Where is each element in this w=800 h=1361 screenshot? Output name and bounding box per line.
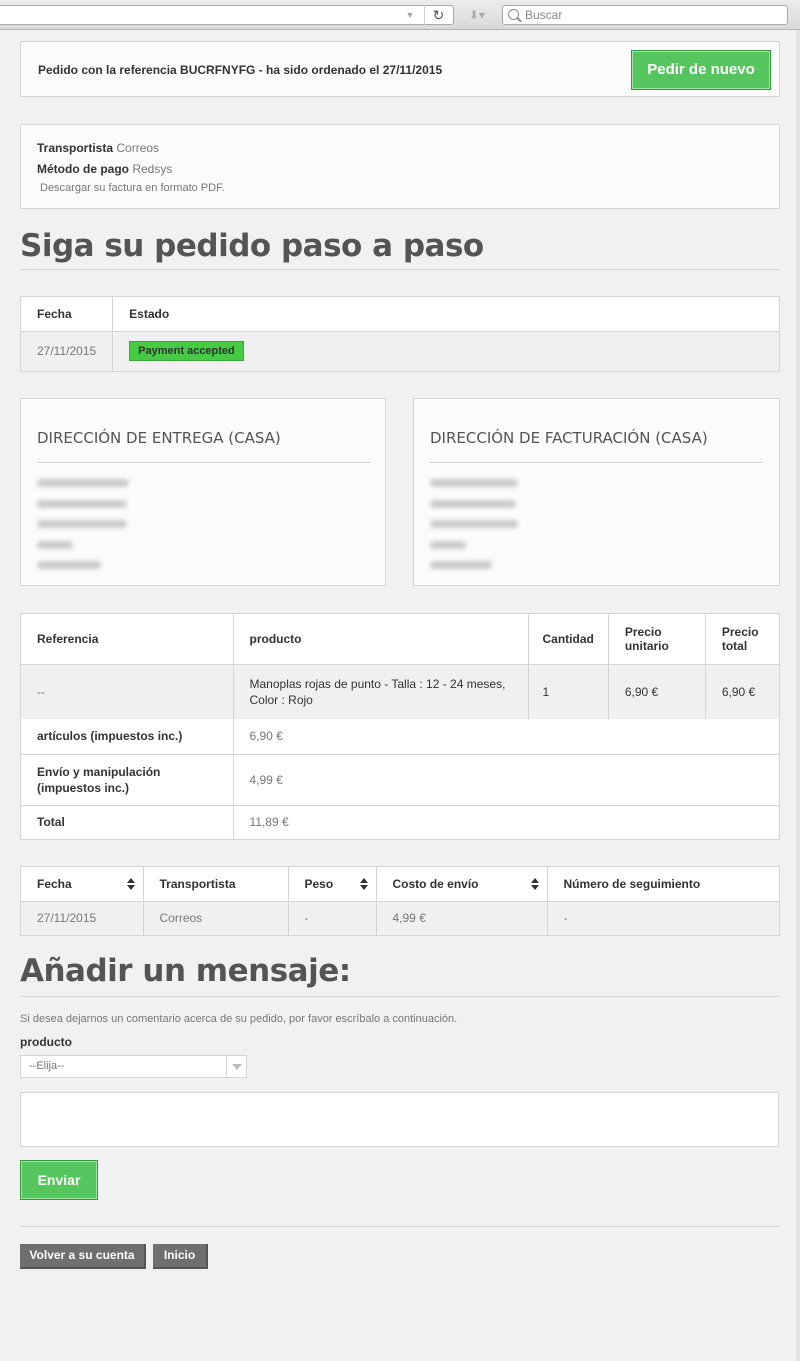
- address-bar[interactable]: [0, 5, 454, 25]
- payment-label: Método de pago: [37, 162, 129, 176]
- col-header-weight[interactable]: Peso: [288, 867, 377, 901]
- product-quantity: 1: [528, 663, 609, 719]
- product-reference: --: [21, 663, 234, 719]
- shipping-tracking: -: [547, 900, 779, 935]
- weight-header-label: Peso: [304, 876, 334, 891]
- total-label: Total: [21, 804, 234, 839]
- shipping-table: Fecha Transportista Peso Costo de envío …: [20, 866, 780, 936]
- products-table: Referencia producto Cantidad Precio unit…: [20, 613, 780, 840]
- col-header-shipping-cost[interactable]: Costo de envío: [376, 867, 548, 901]
- order-header-box: Pedido con la referencia BUCRFNYFG - ha …: [20, 41, 780, 97]
- reload-icon[interactable]: ↻: [424, 5, 452, 25]
- col-header-product: producto: [233, 614, 529, 664]
- redacted-address-line: [430, 500, 516, 508]
- product-select-value: --Elija--: [29, 1060, 65, 1072]
- product-select[interactable]: --Elija--: [20, 1055, 247, 1078]
- browser-toolbar: ▼ ↻ ⬇▾ Buscar: [0, 0, 800, 30]
- redacted-address-line: [430, 479, 518, 487]
- product-total-price: 6,90 €: [705, 663, 779, 719]
- message-heading: Añadir un mensaje:: [20, 953, 351, 989]
- divider: [37, 462, 370, 463]
- search-icon: [508, 9, 519, 20]
- download-icon[interactable]: ⬇▾: [460, 6, 494, 24]
- col-header-unit-price: Precio unitario: [608, 614, 706, 664]
- divider: [430, 462, 763, 463]
- sort-icon[interactable]: [530, 878, 539, 890]
- col-header-tracking: Número de seguimiento: [563, 876, 701, 891]
- shipping-cost: 4,99 €: [376, 900, 548, 935]
- history-dropdown-icon[interactable]: ▼: [404, 8, 416, 22]
- home-button[interactable]: Inicio: [153, 1244, 208, 1269]
- redacted-address-line: [37, 561, 101, 569]
- redacted-address-line: [37, 541, 73, 549]
- redacted-address-line: [37, 500, 127, 508]
- message-intro: Si desea dejarnos un comentario acerca d…: [20, 1013, 458, 1025]
- product-select-label: producto: [20, 1035, 72, 1049]
- product-unit-price: 6,90 €: [608, 663, 706, 719]
- order-reference-text: Pedido con la referencia BUCRFNYFG - ha …: [38, 63, 443, 77]
- divider: [20, 996, 780, 997]
- carrier-label: Transportista: [37, 141, 114, 155]
- invoice-pdf-link[interactable]: Descargar su factura en formato PDF.: [40, 182, 225, 194]
- shipping-weight: -: [288, 900, 377, 935]
- subtotal-label: artículos (impuestos inc.): [21, 719, 234, 754]
- total-value: 11,89 €: [233, 804, 779, 839]
- message-textarea[interactable]: [20, 1092, 779, 1147]
- shipping-cost-header-label: Costo de envío: [392, 876, 479, 891]
- sort-icon[interactable]: [359, 878, 368, 890]
- col-header-shipping-carrier: Transportista: [143, 867, 289, 901]
- col-header-reference: Referencia: [21, 614, 234, 664]
- delivery-address-title: Dirección de entrega (Casa): [37, 429, 281, 447]
- redacted-address-line: [430, 520, 518, 528]
- delivery-address-box: Dirección de entrega (Casa): [20, 398, 386, 586]
- send-button[interactable]: Enviar: [20, 1160, 98, 1200]
- shipping-date: 27/11/2015: [21, 900, 144, 935]
- redacted-address-line: [430, 561, 492, 569]
- order-info-box: Transportista Correos Método de pago Red…: [20, 124, 780, 209]
- status-badge: Payment accepted: [129, 341, 244, 362]
- search-placeholder: Buscar: [525, 8, 563, 22]
- sort-icon[interactable]: [126, 878, 135, 890]
- col-header-date: Fecha: [21, 297, 114, 331]
- page-scrollbar[interactable]: [796, 30, 800, 1361]
- divider: [20, 1226, 780, 1227]
- redacted-address-line: [37, 520, 127, 528]
- col-header-status: Estado: [129, 306, 170, 321]
- payment-line: Método de pago Redsys: [37, 162, 172, 176]
- product-name: Manoplas rojas de punto - Talla : 12 - 2…: [233, 663, 529, 719]
- follow-heading: Siga su pedido paso a paso: [20, 228, 484, 264]
- redacted-address-line: [37, 479, 129, 487]
- shipping-value: 4,99 €: [233, 753, 779, 805]
- invoice-address-title: Dirección de facturación (Casa): [430, 429, 708, 447]
- col-header-shipping-date[interactable]: Fecha: [21, 867, 144, 901]
- status-date: 27/11/2015: [21, 330, 114, 371]
- shipping-carrier: Correos: [143, 900, 289, 935]
- chevron-down-icon[interactable]: [226, 1056, 246, 1077]
- browser-search-field[interactable]: Buscar: [502, 5, 788, 25]
- shipping-label: Envío y manipulación (impuestos inc.): [21, 753, 234, 805]
- redacted-address-line: [430, 541, 466, 549]
- back-to-account-button[interactable]: Volver a su cuenta: [20, 1244, 146, 1269]
- carrier-line: Transportista Correos: [37, 141, 159, 155]
- carrier-value: Correos: [116, 141, 160, 155]
- divider: [20, 269, 780, 270]
- status-table: Fecha Estado 27/11/2015 Payment accepted: [20, 296, 780, 372]
- status-cell: Payment accepted: [112, 330, 779, 371]
- shipping-date-header-label: Fecha: [37, 876, 72, 891]
- payment-value: Redsys: [132, 162, 173, 176]
- col-header-quantity: Cantidad: [528, 614, 609, 664]
- col-header-total-price: Precio total: [721, 624, 759, 653]
- invoice-address-box: Dirección de facturación (Casa): [413, 398, 780, 586]
- subtotal-value: 6,90 €: [249, 729, 283, 744]
- reorder-button[interactable]: Pedir de nuevo: [631, 50, 771, 90]
